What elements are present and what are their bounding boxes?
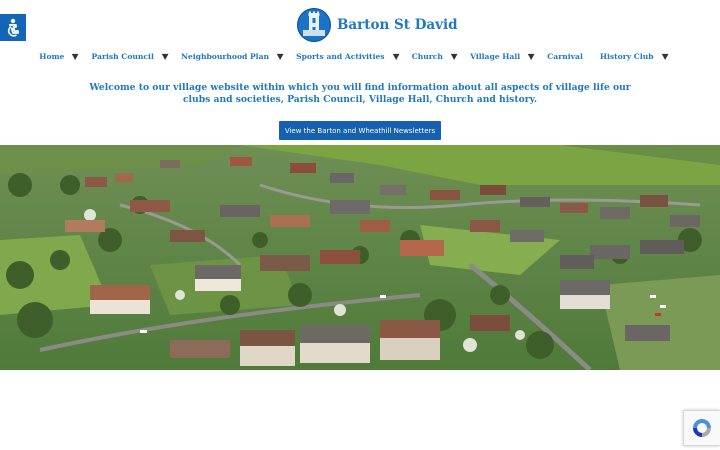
site-header-logo[interactable]: Barton St David [297, 7, 458, 43]
nav-item-history-club[interactable]: History Club ▼ [600, 51, 681, 61]
recaptcha-icon [693, 419, 711, 437]
caret-down-icon[interactable]: ▼ [661, 51, 668, 61]
nav-item-label: History Club [599, 51, 654, 61]
nav-item-village-hall[interactable]: Village Hall ▼ [470, 51, 547, 61]
nav-item-label: Sports and Activities [296, 51, 385, 61]
welcome-text: Welcome to our village website within wh… [89, 82, 631, 105]
caret-down-icon[interactable]: ▼ [392, 51, 399, 61]
nav-item-parish-council[interactable]: Parish Council ▼ [92, 51, 181, 61]
nav-item-carnival[interactable]: Carnival [547, 52, 600, 61]
hero-aerial-image [0, 145, 720, 370]
accessibility-icon [7, 18, 19, 37]
caret-down-icon[interactable]: ▼ [451, 51, 458, 61]
nav-item-church[interactable]: Church ▼ [412, 51, 470, 61]
accessibility-button[interactable] [0, 14, 26, 41]
village-aerial-illustration [0, 145, 720, 370]
nav-item-label: Village Hall [470, 51, 521, 61]
caret-down-icon[interactable]: ▼ [528, 51, 535, 61]
caret-down-icon[interactable]: ▼ [162, 51, 169, 61]
nav-item-label: Carnival [547, 51, 583, 61]
recaptcha-badge[interactable] [683, 410, 720, 446]
main-nav: Home ▼ Parish Council ▼ Neighbourhood Plan ▼ S… [0, 49, 720, 63]
newsletters-button[interactable]: View the Barton and Wheathill Newsletter… [279, 121, 441, 140]
nav-item-label: Church [411, 51, 443, 61]
nav-item-neighbourhood-plan[interactable]: Neighbourhood Plan ▼ [181, 51, 296, 61]
caret-down-icon[interactable]: ▼ [72, 51, 79, 61]
caret-down-icon[interactable]: ▼ [277, 51, 284, 61]
site-title[interactable]: Barton St David [337, 17, 458, 33]
nav-item-label: Parish Council [91, 51, 154, 61]
nav-item-sports-and-activities[interactable]: Sports and Activities ▼ [296, 51, 412, 61]
nav-item-label: Home [39, 51, 65, 61]
church-logo-icon [297, 8, 331, 42]
nav-item-label: Neighbourhood Plan [180, 51, 270, 61]
nav-item-home[interactable]: Home ▼ [39, 51, 91, 61]
